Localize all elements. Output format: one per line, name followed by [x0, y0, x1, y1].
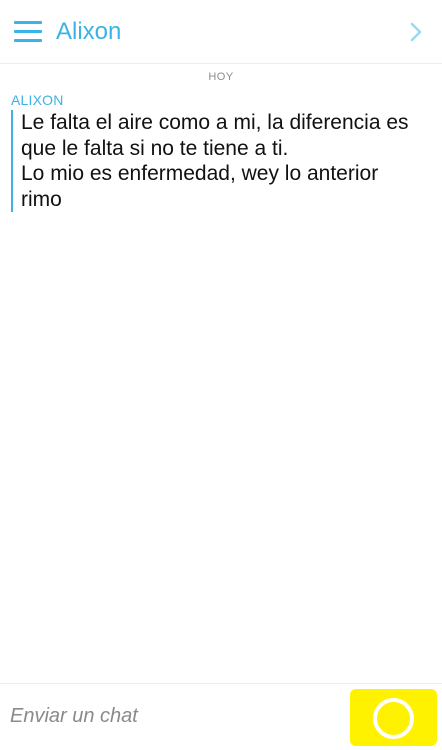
chat-screen: Alixon HOY ALIXON Le falta el aire como … [0, 0, 442, 750]
date-separator: HOY [208, 71, 234, 83]
chat-message[interactable]: Le falta el aire como a mi, la diferenci… [11, 110, 421, 212]
menu-line-middle [14, 30, 42, 33]
chat-title[interactable]: Alixon [56, 17, 121, 47]
menu-line-top [14, 21, 42, 24]
message-line: que le falta si no te tiene a ti. [21, 136, 289, 160]
message-line: Le falta el aire como a mi, la diferenci… [21, 111, 409, 134]
chat-input[interactable] [10, 696, 330, 736]
hamburger-menu-icon[interactable] [14, 20, 42, 44]
camera-capture-button[interactable] [350, 689, 437, 746]
message-line: rimo [21, 187, 62, 211]
chat-composer [0, 683, 442, 750]
top-bar: Alixon [0, 0, 442, 64]
sender-name: ALIXON [11, 92, 64, 108]
message-line: Lo mio es enfermedad, wey lo anterior [21, 162, 379, 185]
chevron-right-icon-svg [410, 22, 422, 42]
camera-capture-ring-icon [373, 698, 414, 739]
menu-line-bottom [14, 39, 42, 42]
chevron-right-icon[interactable] [408, 17, 424, 47]
